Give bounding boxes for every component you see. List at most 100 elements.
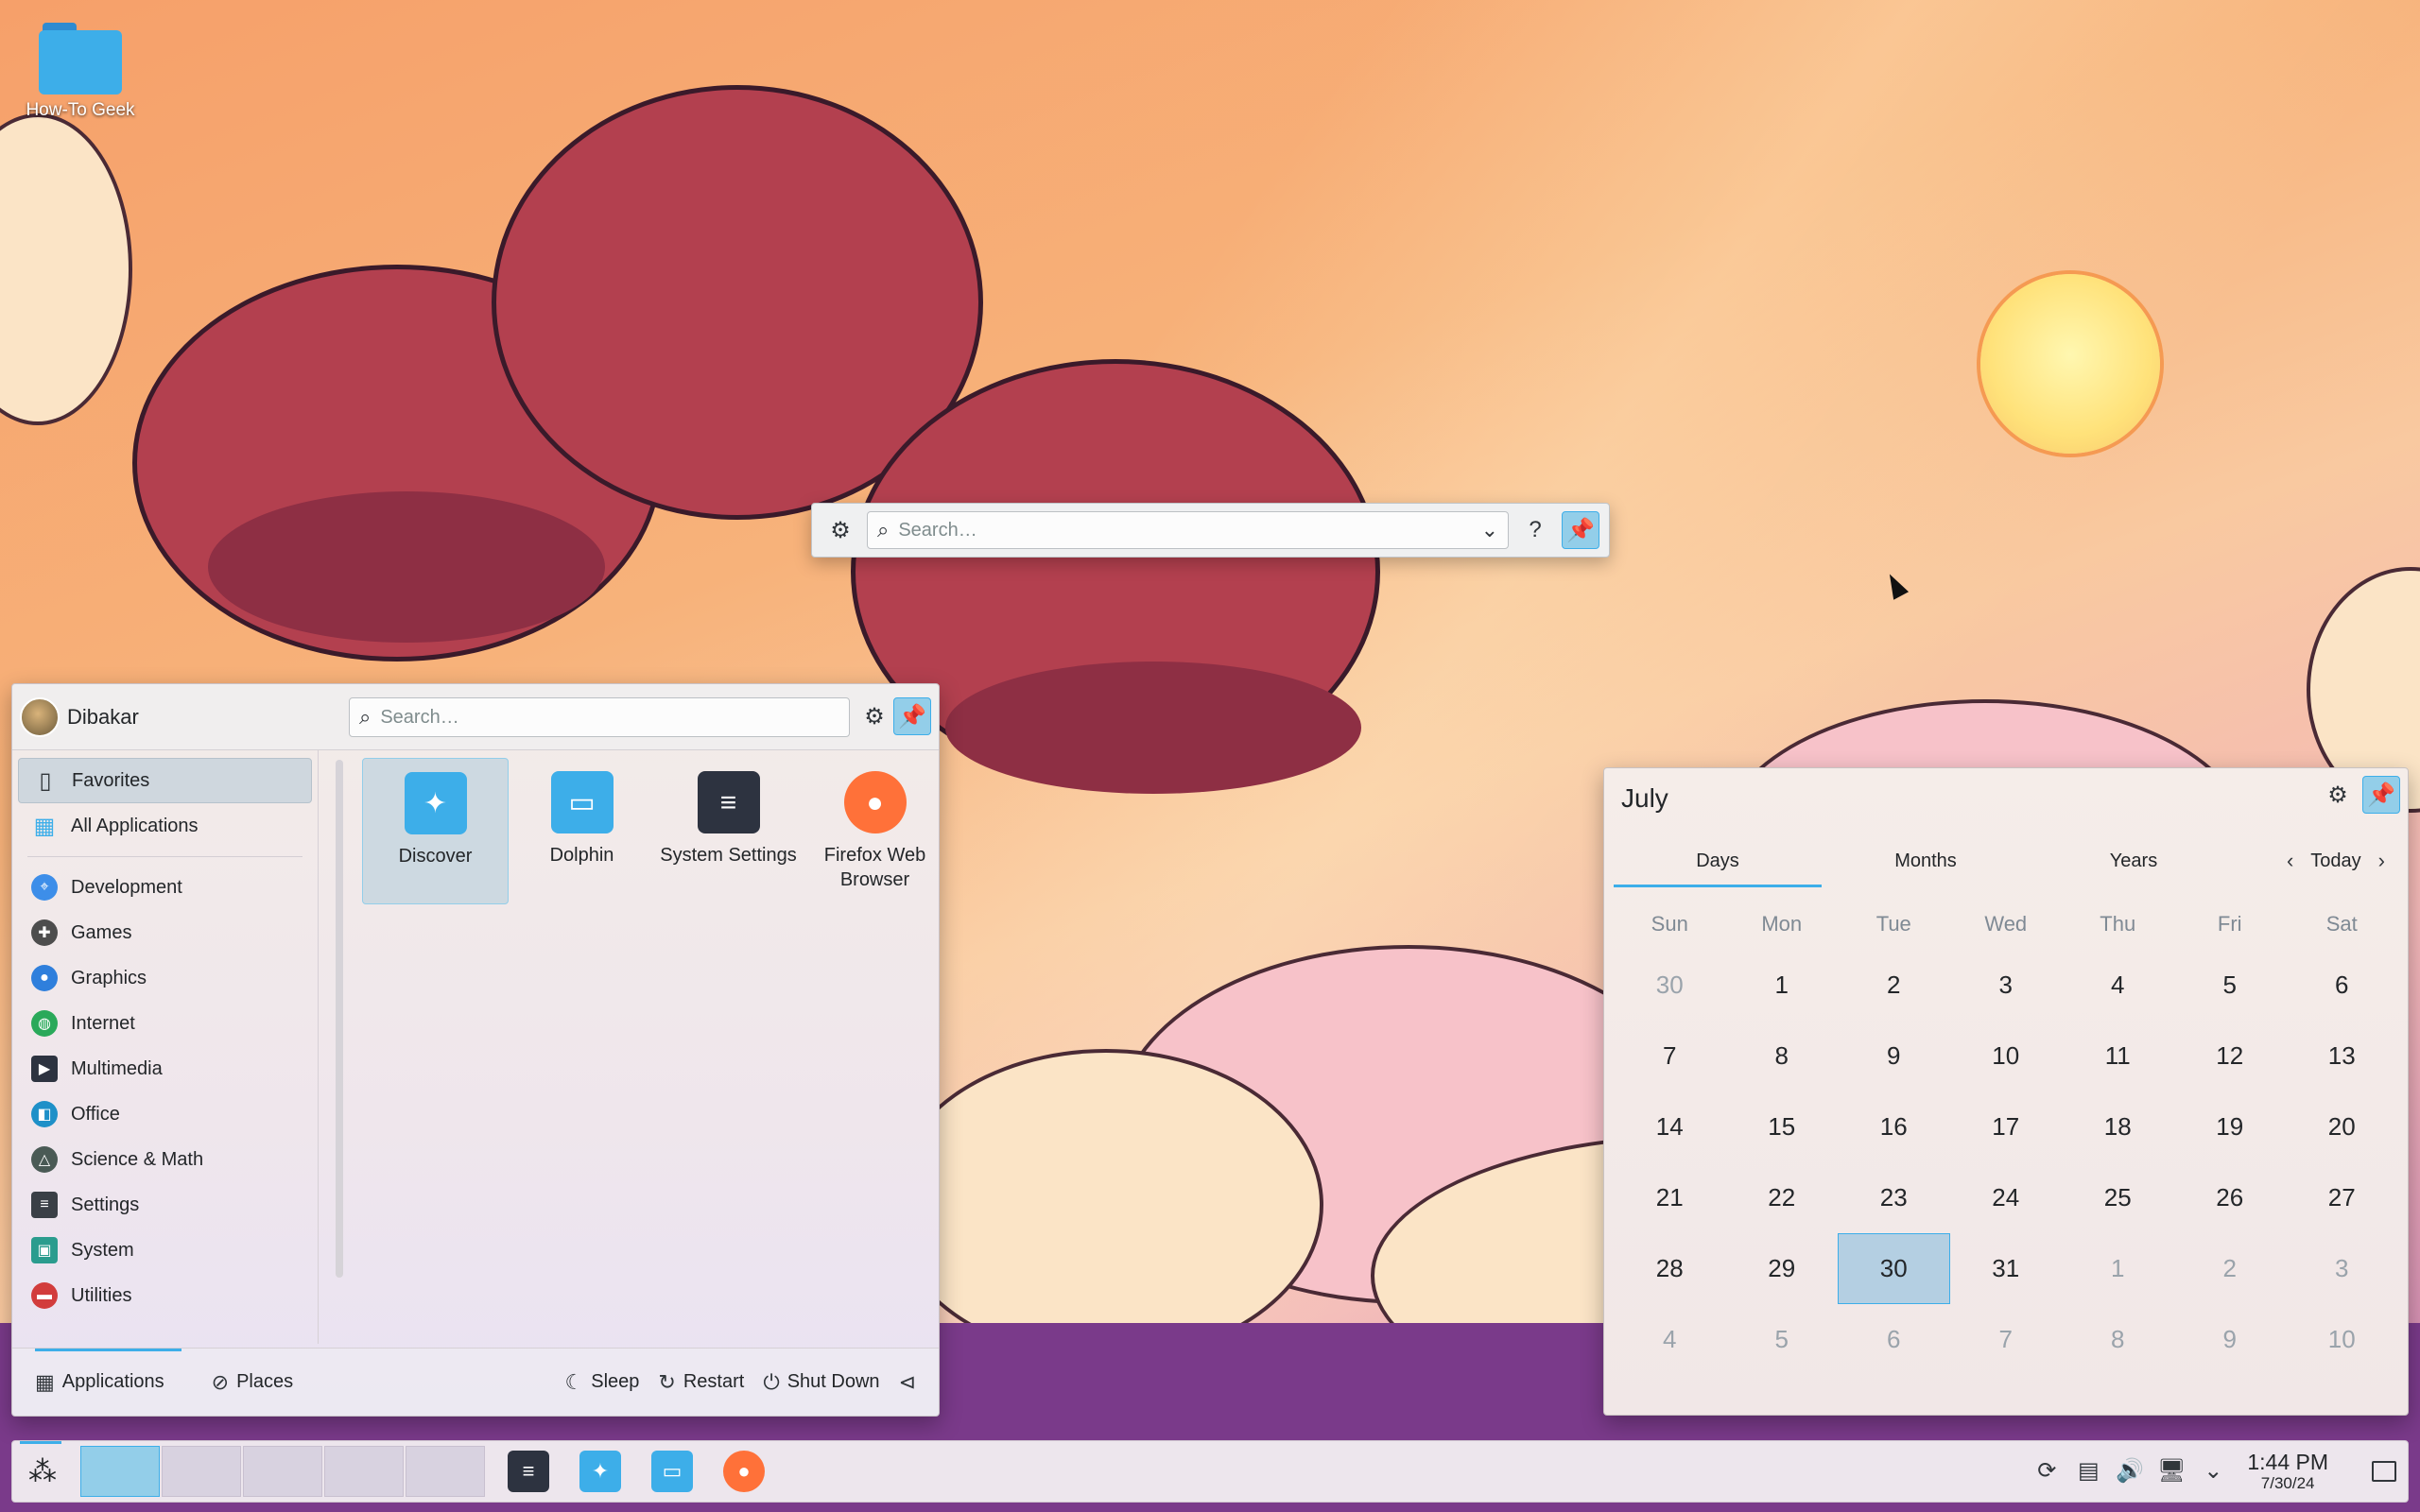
sleep-button[interactable]: ☾ Sleep bbox=[556, 1360, 649, 1405]
sidebar-item-all-applications[interactable]: ▦ All Applications bbox=[18, 803, 312, 849]
calendar-day[interactable]: 8 bbox=[1726, 1021, 1839, 1091]
desktop-2[interactable] bbox=[162, 1446, 241, 1497]
sidebar-item-system[interactable]: ▣ System bbox=[18, 1228, 312, 1273]
calendar-day[interactable]: 7 bbox=[1614, 1021, 1726, 1091]
calendar-day[interactable]: 27 bbox=[2286, 1162, 2398, 1233]
calendar-day[interactable]: 5 bbox=[1726, 1304, 1839, 1375]
desktop-1[interactable] bbox=[80, 1446, 160, 1497]
show-desktop-button[interactable] bbox=[2372, 1460, 2396, 1482]
calendar-day[interactable]: 10 bbox=[1950, 1021, 2063, 1091]
sidebar-item-favorites[interactable]: ▯ Favorites bbox=[18, 758, 312, 803]
launcher-pin-button[interactable]: 📌 bbox=[893, 697, 931, 735]
launcher-search-box[interactable]: ⌕ bbox=[349, 697, 850, 737]
calendar-day[interactable]: 2 bbox=[2174, 1233, 2287, 1304]
krunner-help-button[interactable]: ? bbox=[1516, 511, 1554, 549]
calendar-day[interactable]: 16 bbox=[1838, 1091, 1950, 1162]
sidebar-item-utilities[interactable]: ▬ Utilities bbox=[18, 1273, 312, 1318]
network-icon[interactable]: 🖥 bbox=[2156, 1457, 2187, 1485]
calendar-day[interactable]: 12 bbox=[2174, 1021, 2287, 1091]
shutdown-button[interactable]: ⏻ Shut Down bbox=[753, 1360, 889, 1405]
sidebar-item-science-math[interactable]: △ Science & Math bbox=[18, 1137, 312, 1182]
sidebar-scrollbar[interactable] bbox=[336, 760, 343, 1278]
calendar-day[interactable]: 25 bbox=[2062, 1162, 2174, 1233]
calendar-day[interactable]: 4 bbox=[2062, 950, 2174, 1021]
calendar-day[interactable]: 8 bbox=[2062, 1304, 2174, 1375]
sidebar-item-office[interactable]: ◧ Office bbox=[18, 1091, 312, 1137]
calendar-day-today[interactable]: 30 bbox=[1838, 1233, 1950, 1304]
task-discover[interactable]: ✦ bbox=[570, 1441, 631, 1502]
calendar-day[interactable]: 4 bbox=[1614, 1304, 1726, 1375]
clipboard-icon[interactable]: ▤ bbox=[2073, 1457, 2103, 1485]
more-power-button[interactable]: ⊲ bbox=[890, 1360, 925, 1405]
calendar-day[interactable]: 9 bbox=[1838, 1021, 1950, 1091]
tab-months[interactable]: Months bbox=[1822, 834, 2030, 887]
sidebar-item-development[interactable]: ⌖ Development bbox=[18, 865, 312, 910]
calendar-day[interactable]: 11 bbox=[2062, 1021, 2174, 1091]
calendar-day[interactable]: 31 bbox=[1950, 1233, 2063, 1304]
sidebar-item-graphics[interactable]: ● Graphics bbox=[18, 955, 312, 1001]
krunner-search-input[interactable] bbox=[898, 519, 1472, 541]
avatar[interactable] bbox=[20, 696, 60, 737]
calendar-day[interactable]: 9 bbox=[2174, 1304, 2287, 1375]
calendar-pin-button[interactable]: 📌 bbox=[2362, 776, 2400, 814]
calendar-day[interactable]: 2 bbox=[1838, 950, 1950, 1021]
calendar-day[interactable]: 19 bbox=[2174, 1091, 2287, 1162]
sidebar-item-settings[interactable]: ≡ Settings bbox=[18, 1182, 312, 1228]
tab-years[interactable]: Years bbox=[2030, 834, 2238, 887]
calendar-day[interactable]: 26 bbox=[2174, 1162, 2287, 1233]
app-tile-dolphin[interactable]: ▭ Dolphin bbox=[509, 758, 655, 904]
krunner-search-box[interactable]: ⌕ ⌄ bbox=[867, 511, 1509, 549]
calendar-day[interactable]: 14 bbox=[1614, 1091, 1726, 1162]
launcher-configure-button[interactable]: ⚙ bbox=[856, 697, 893, 735]
task-system-settings[interactable]: ≡ bbox=[498, 1441, 559, 1502]
restart-button[interactable]: ↻ Restart bbox=[648, 1360, 753, 1405]
calendar-day[interactable]: 1 bbox=[2062, 1233, 2174, 1304]
calendar-day[interactable]: 17 bbox=[1950, 1091, 2063, 1162]
tab-days[interactable]: Days bbox=[1614, 834, 1822, 887]
calendar-day[interactable]: 7 bbox=[1950, 1304, 2063, 1375]
app-tile-system-settings[interactable]: ≡ System Settings bbox=[655, 758, 802, 904]
calendar-day[interactable]: 5 bbox=[2174, 950, 2287, 1021]
calendar-day[interactable]: 3 bbox=[2286, 1233, 2398, 1304]
sidebar-item-multimedia[interactable]: ▶ Multimedia bbox=[18, 1046, 312, 1091]
sidebar-item-games[interactable]: ✚ Games bbox=[18, 910, 312, 955]
calendar-day[interactable]: 22 bbox=[1726, 1162, 1839, 1233]
app-tile-firefox-web-browser[interactable]: ● Firefox Web Browser bbox=[802, 758, 939, 904]
task-firefox[interactable]: ● bbox=[714, 1441, 774, 1502]
calendar-day[interactable]: 18 bbox=[2062, 1091, 2174, 1162]
calendar-day[interactable]: 29 bbox=[1726, 1233, 1839, 1304]
krunner-pin-button[interactable]: 📌 bbox=[1562, 511, 1599, 549]
chevron-down-icon[interactable]: ⌄ bbox=[1481, 518, 1498, 542]
calendar-day[interactable]: 1 bbox=[1726, 950, 1839, 1021]
update-icon[interactable]: ⟳ bbox=[2031, 1457, 2062, 1485]
launcher-search-input[interactable] bbox=[380, 706, 839, 729]
calendar-day[interactable]: 21 bbox=[1614, 1162, 1726, 1233]
calendar-day[interactable]: 6 bbox=[1838, 1304, 1950, 1375]
sidebar-item-internet[interactable]: ◍ Internet bbox=[18, 1001, 312, 1046]
krunner-configure-button[interactable]: ⚙ bbox=[821, 511, 859, 549]
volume-icon[interactable]: 🔊 bbox=[2115, 1457, 2145, 1485]
desktop-5[interactable] bbox=[406, 1446, 485, 1497]
chevron-left-icon[interactable]: ‹ bbox=[2287, 849, 2293, 873]
calendar-day[interactable]: 10 bbox=[2286, 1304, 2398, 1375]
tab-applications[interactable]: ▦ Applications bbox=[26, 1360, 174, 1405]
digital-clock[interactable]: 1:44 PM 7/30/24 bbox=[2239, 1450, 2336, 1493]
calendar-day[interactable]: 15 bbox=[1726, 1091, 1839, 1162]
today-button[interactable]: Today bbox=[2310, 850, 2360, 872]
desktop-4[interactable] bbox=[324, 1446, 404, 1497]
desktop-folder[interactable]: How-To Geek bbox=[19, 17, 142, 121]
calendar-day[interactable]: 3 bbox=[1950, 950, 2063, 1021]
calendar-day[interactable]: 30 bbox=[1614, 950, 1726, 1021]
calendar-day[interactable]: 13 bbox=[2286, 1021, 2398, 1091]
task-dolphin[interactable]: ▭ bbox=[642, 1441, 702, 1502]
calendar-configure-button[interactable]: ⚙ bbox=[2319, 776, 2357, 814]
app-launcher-button[interactable]: ⁂ bbox=[12, 1441, 73, 1502]
calendar-day[interactable]: 20 bbox=[2286, 1091, 2398, 1162]
calendar-day[interactable]: 23 bbox=[1838, 1162, 1950, 1233]
calendar-day[interactable]: 6 bbox=[2286, 950, 2398, 1021]
desktop-3[interactable] bbox=[243, 1446, 322, 1497]
chevron-down-icon[interactable]: ⌄ bbox=[2198, 1457, 2228, 1485]
app-tile-discover[interactable]: ✦ Discover bbox=[362, 758, 509, 904]
calendar-day[interactable]: 24 bbox=[1950, 1162, 2063, 1233]
calendar-day[interactable]: 28 bbox=[1614, 1233, 1726, 1304]
